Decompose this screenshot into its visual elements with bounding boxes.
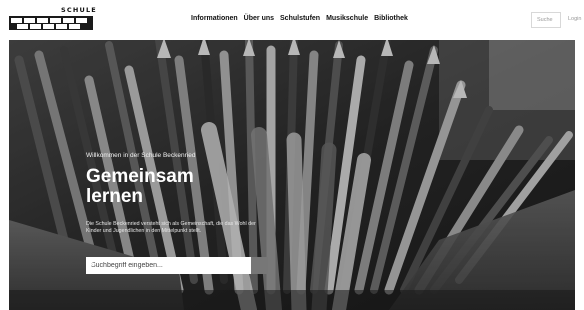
logo-word: SCHULE (61, 6, 97, 14)
nav-item-bibliothek[interactable]: Bibliothek (374, 15, 408, 22)
school-logo[interactable]: SCHULE (9, 6, 97, 34)
hero-search-button[interactable] (86, 257, 268, 274)
hero-search-input[interactable] (86, 257, 251, 274)
hero-kicker: Willkommen in der Schule Beckenried (86, 152, 196, 159)
hero-title-line-2: lernen (86, 186, 144, 207)
hero-title-line-1: Gemeinsam (86, 166, 194, 187)
nav-item-ueber-uns[interactable]: Über uns (244, 15, 274, 22)
site-header: SCHULE Informationen Über uns Schulstufe… (0, 0, 584, 40)
header-search-field[interactable]: Suche (531, 12, 561, 28)
nav-item-musikschule[interactable]: Musikschule (326, 15, 368, 22)
login-link[interactable]: Login (568, 16, 581, 22)
main-nav: Informationen Über uns Schulstufen Musik… (191, 15, 408, 22)
hero-banner: Willkommen in der Schule Beckenried Geme… (9, 40, 575, 310)
nav-item-informationen[interactable]: Informationen (191, 15, 238, 22)
search-icon (86, 257, 95, 266)
hero-title: Gemeinsam lernen (86, 167, 236, 207)
logo-bricks-icon (9, 16, 93, 30)
nav-item-schulstufen[interactable]: Schulstufen (280, 15, 320, 22)
hero-search (86, 257, 268, 274)
hero-description: Die Schule Beckenried versteht sich als … (86, 221, 256, 234)
